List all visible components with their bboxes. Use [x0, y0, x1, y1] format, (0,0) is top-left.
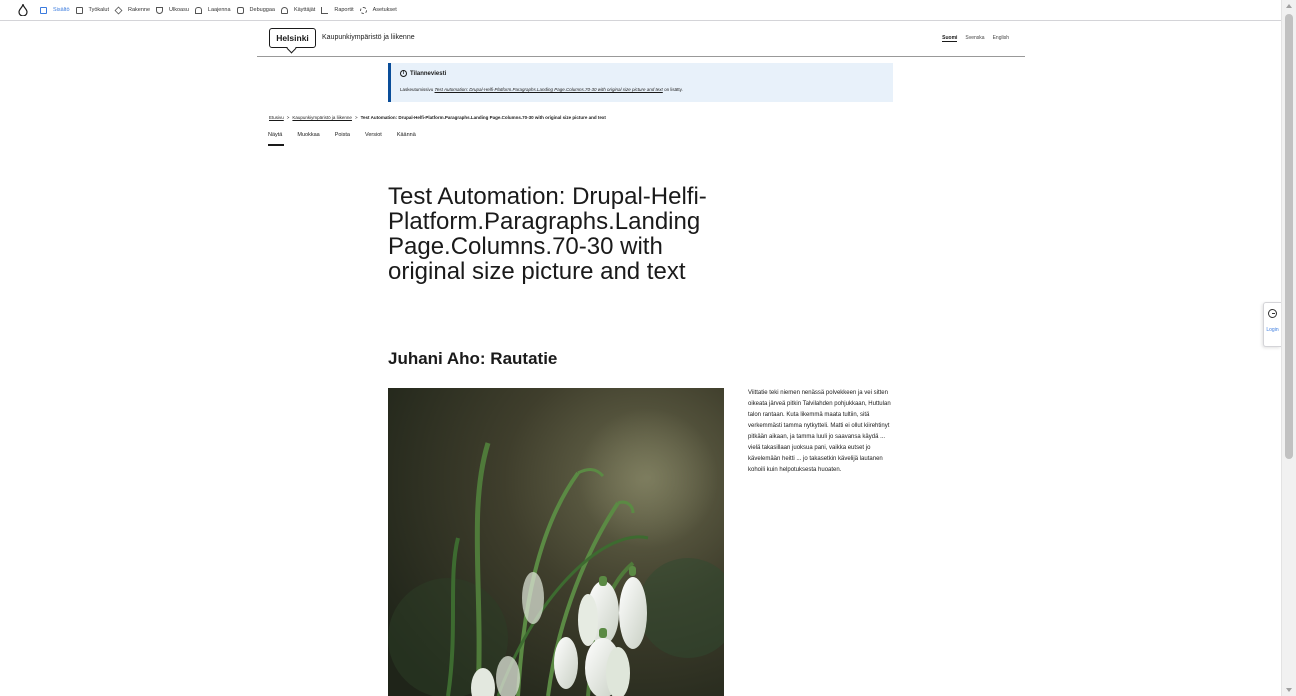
toolbar-item-debug[interactable]: Debuggaa — [231, 6, 275, 14]
snowdrop-photo — [388, 388, 724, 696]
page-title: Test Automation: Drupal-Helfi-Platform.P… — [388, 183, 707, 285]
tools-icon — [75, 6, 83, 14]
appearance-icon — [156, 6, 164, 14]
tab-translate[interactable]: Käännä — [397, 132, 416, 146]
structure-icon — [114, 6, 123, 14]
local-tasks-tabs: Näytä Muokkaa Poista Versiot Käännä — [268, 132, 416, 146]
toolbar-item-content[interactable]: Sisältö — [34, 6, 70, 14]
toolbar-item-appearance[interactable]: Ulkoasu — [150, 6, 189, 14]
toolbar-item-extend[interactable]: Laajenna — [189, 6, 231, 14]
breadcrumb-home[interactable]: Etusivu — [269, 115, 284, 120]
breadcrumb-sep: > — [354, 115, 358, 120]
toolbar-item-reports[interactable]: Raportit — [315, 6, 354, 14]
admin-toolbar: Sisältö Työkalut Rakenne Ulkoasu Laajenn… — [0, 0, 1281, 21]
breadcrumb: Etusivu > Kaupunkiympäristö ja liikenne … — [269, 115, 606, 120]
login-side-tab[interactable]: Login — [1263, 302, 1281, 347]
scroll-down-arrow-icon[interactable] — [1286, 688, 1292, 692]
debug-icon — [236, 6, 244, 14]
language-switcher: Suomi Svenska English — [942, 35, 1009, 42]
toolbar-item-label: Ulkoasu — [169, 7, 189, 13]
login-label: Login — [1266, 327, 1279, 333]
login-icon — [1268, 309, 1277, 318]
column-text: Viittatie teki niemen nenässä polvekkeen… — [748, 390, 891, 473]
scrollbar-thumb[interactable] — [1285, 14, 1293, 459]
tab-view[interactable]: Näytä — [268, 132, 285, 146]
logo-text: Helsinki — [276, 33, 309, 43]
toolbar-item-label: Rakenne — [128, 7, 151, 13]
reports-icon — [321, 6, 329, 14]
site-header: Helsinki Kaupunkiympäristö ja liikenne S… — [257, 22, 1025, 57]
content-icon — [40, 6, 47, 14]
info-icon: i — [400, 70, 407, 77]
toolbar-item-tools[interactable]: Työkalut — [70, 6, 109, 14]
section-heading: Juhani Aho: Rautatie — [388, 349, 558, 368]
helsinki-logo[interactable]: Helsinki — [269, 28, 316, 48]
photo-illustration — [388, 388, 724, 696]
breadcrumb-sep: > — [286, 115, 290, 120]
lang-en[interactable]: English — [993, 35, 1009, 42]
status-link[interactable]: Test Automation: Drupal-Helfi-Platform.P… — [435, 87, 663, 92]
toolbar-item-label: Työkalut — [88, 7, 109, 13]
toolbar-item-settings[interactable]: Asetukset — [354, 6, 397, 14]
tab-delete[interactable]: Poista — [335, 132, 350, 146]
lang-sv[interactable]: Svenska — [965, 35, 984, 42]
tab-revisions[interactable]: Versiot — [365, 132, 382, 146]
status-text: Laskeutumissivu Test Automation: Drupal-… — [400, 87, 683, 92]
toolbar-item-label: Asetukset — [372, 7, 397, 13]
lang-fi[interactable]: Suomi — [942, 35, 958, 42]
toolbar-item-label: Käyttäjät — [293, 7, 316, 13]
extend-icon — [194, 6, 202, 14]
status-prefix: Laskeutumissivu — [400, 87, 435, 92]
status-title-text: Tilanneviesti — [410, 70, 447, 77]
status-message: i Tilanneviesti Laskeutumissivu Test Aut… — [388, 63, 893, 102]
toolbar-item-label: Debuggaa — [249, 7, 275, 13]
status-title: i Tilanneviesti — [400, 70, 446, 77]
scroll-up-arrow-icon[interactable] — [1286, 4, 1292, 8]
toolbar-item-users[interactable]: Käyttäjät — [275, 6, 316, 14]
status-suffix: on lisätty. — [662, 87, 683, 92]
breadcrumb-current: Test Automation: Drupal-Helfi-Platform.P… — [360, 115, 606, 120]
vertical-scrollbar[interactable] — [1281, 0, 1296, 696]
drupal-drop-icon[interactable] — [18, 4, 28, 16]
site-name[interactable]: Kaupunkiympäristö ja liikenne — [322, 34, 415, 41]
tab-edit[interactable]: Muokkaa — [297, 132, 319, 146]
toolbar-item-label: Raportit — [334, 7, 354, 13]
users-icon — [280, 6, 288, 14]
settings-icon — [359, 6, 367, 14]
toolbar-item-structure[interactable]: Rakenne — [109, 6, 151, 14]
breadcrumb-parent[interactable]: Kaupunkiympäristö ja liikenne — [292, 115, 352, 120]
toolbar-item-label: Sisältö — [53, 7, 70, 13]
toolbar-item-label: Laajenna — [207, 7, 231, 13]
